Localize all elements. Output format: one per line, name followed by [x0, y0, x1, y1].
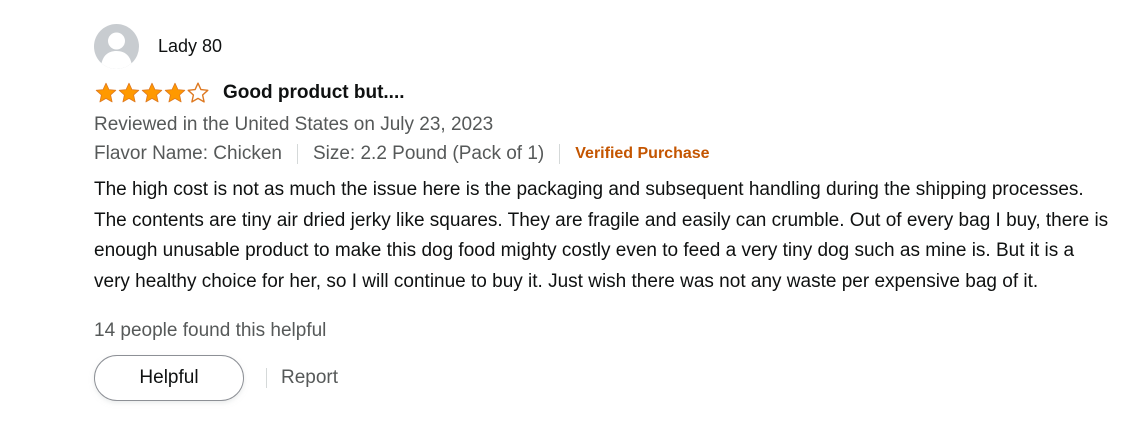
meta-divider	[559, 144, 561, 164]
reviewer-profile[interactable]: Lady 80	[94, 22, 1124, 70]
size-variant-link[interactable]: Size: 2.2 Pound (Pack of 1)	[313, 143, 544, 165]
verified-purchase-badge: Verified Purchase	[575, 145, 710, 162]
review-meta: Flavor Name: Chicken Size: 2.2 Pound (Pa…	[94, 139, 1124, 169]
helpful-button[interactable]: Helpful	[94, 355, 244, 401]
star-filled-icon	[141, 82, 163, 103]
star-filled-icon	[118, 82, 140, 103]
meta-divider	[296, 144, 298, 164]
reviewer-name[interactable]: Lady 80	[158, 36, 222, 57]
review-date: Reviewed in the United States on July 23…	[94, 114, 494, 135]
star-filled-icon	[95, 82, 117, 103]
review-body: The high cost is not as much the issue h…	[94, 179, 1109, 292]
star-rating[interactable]	[94, 81, 209, 105]
star-empty-icon	[187, 82, 209, 103]
helpful-count: 14 people found this helpful	[94, 320, 327, 341]
user-silhouette-icon	[94, 23, 139, 69]
review-title[interactable]: Good product but....	[223, 82, 405, 104]
flavor-variant-link[interactable]: Flavor Name: Chicken	[94, 143, 282, 165]
review-actions: Helpful Report	[94, 355, 1124, 401]
report-link[interactable]: Report	[281, 367, 338, 389]
customer-review: Lady 80 Good product but.... Reviewed in…	[94, 22, 1124, 401]
star-filled-icon	[164, 82, 186, 103]
action-divider	[266, 368, 267, 388]
review-title-row: Good product but....	[94, 79, 1124, 107]
